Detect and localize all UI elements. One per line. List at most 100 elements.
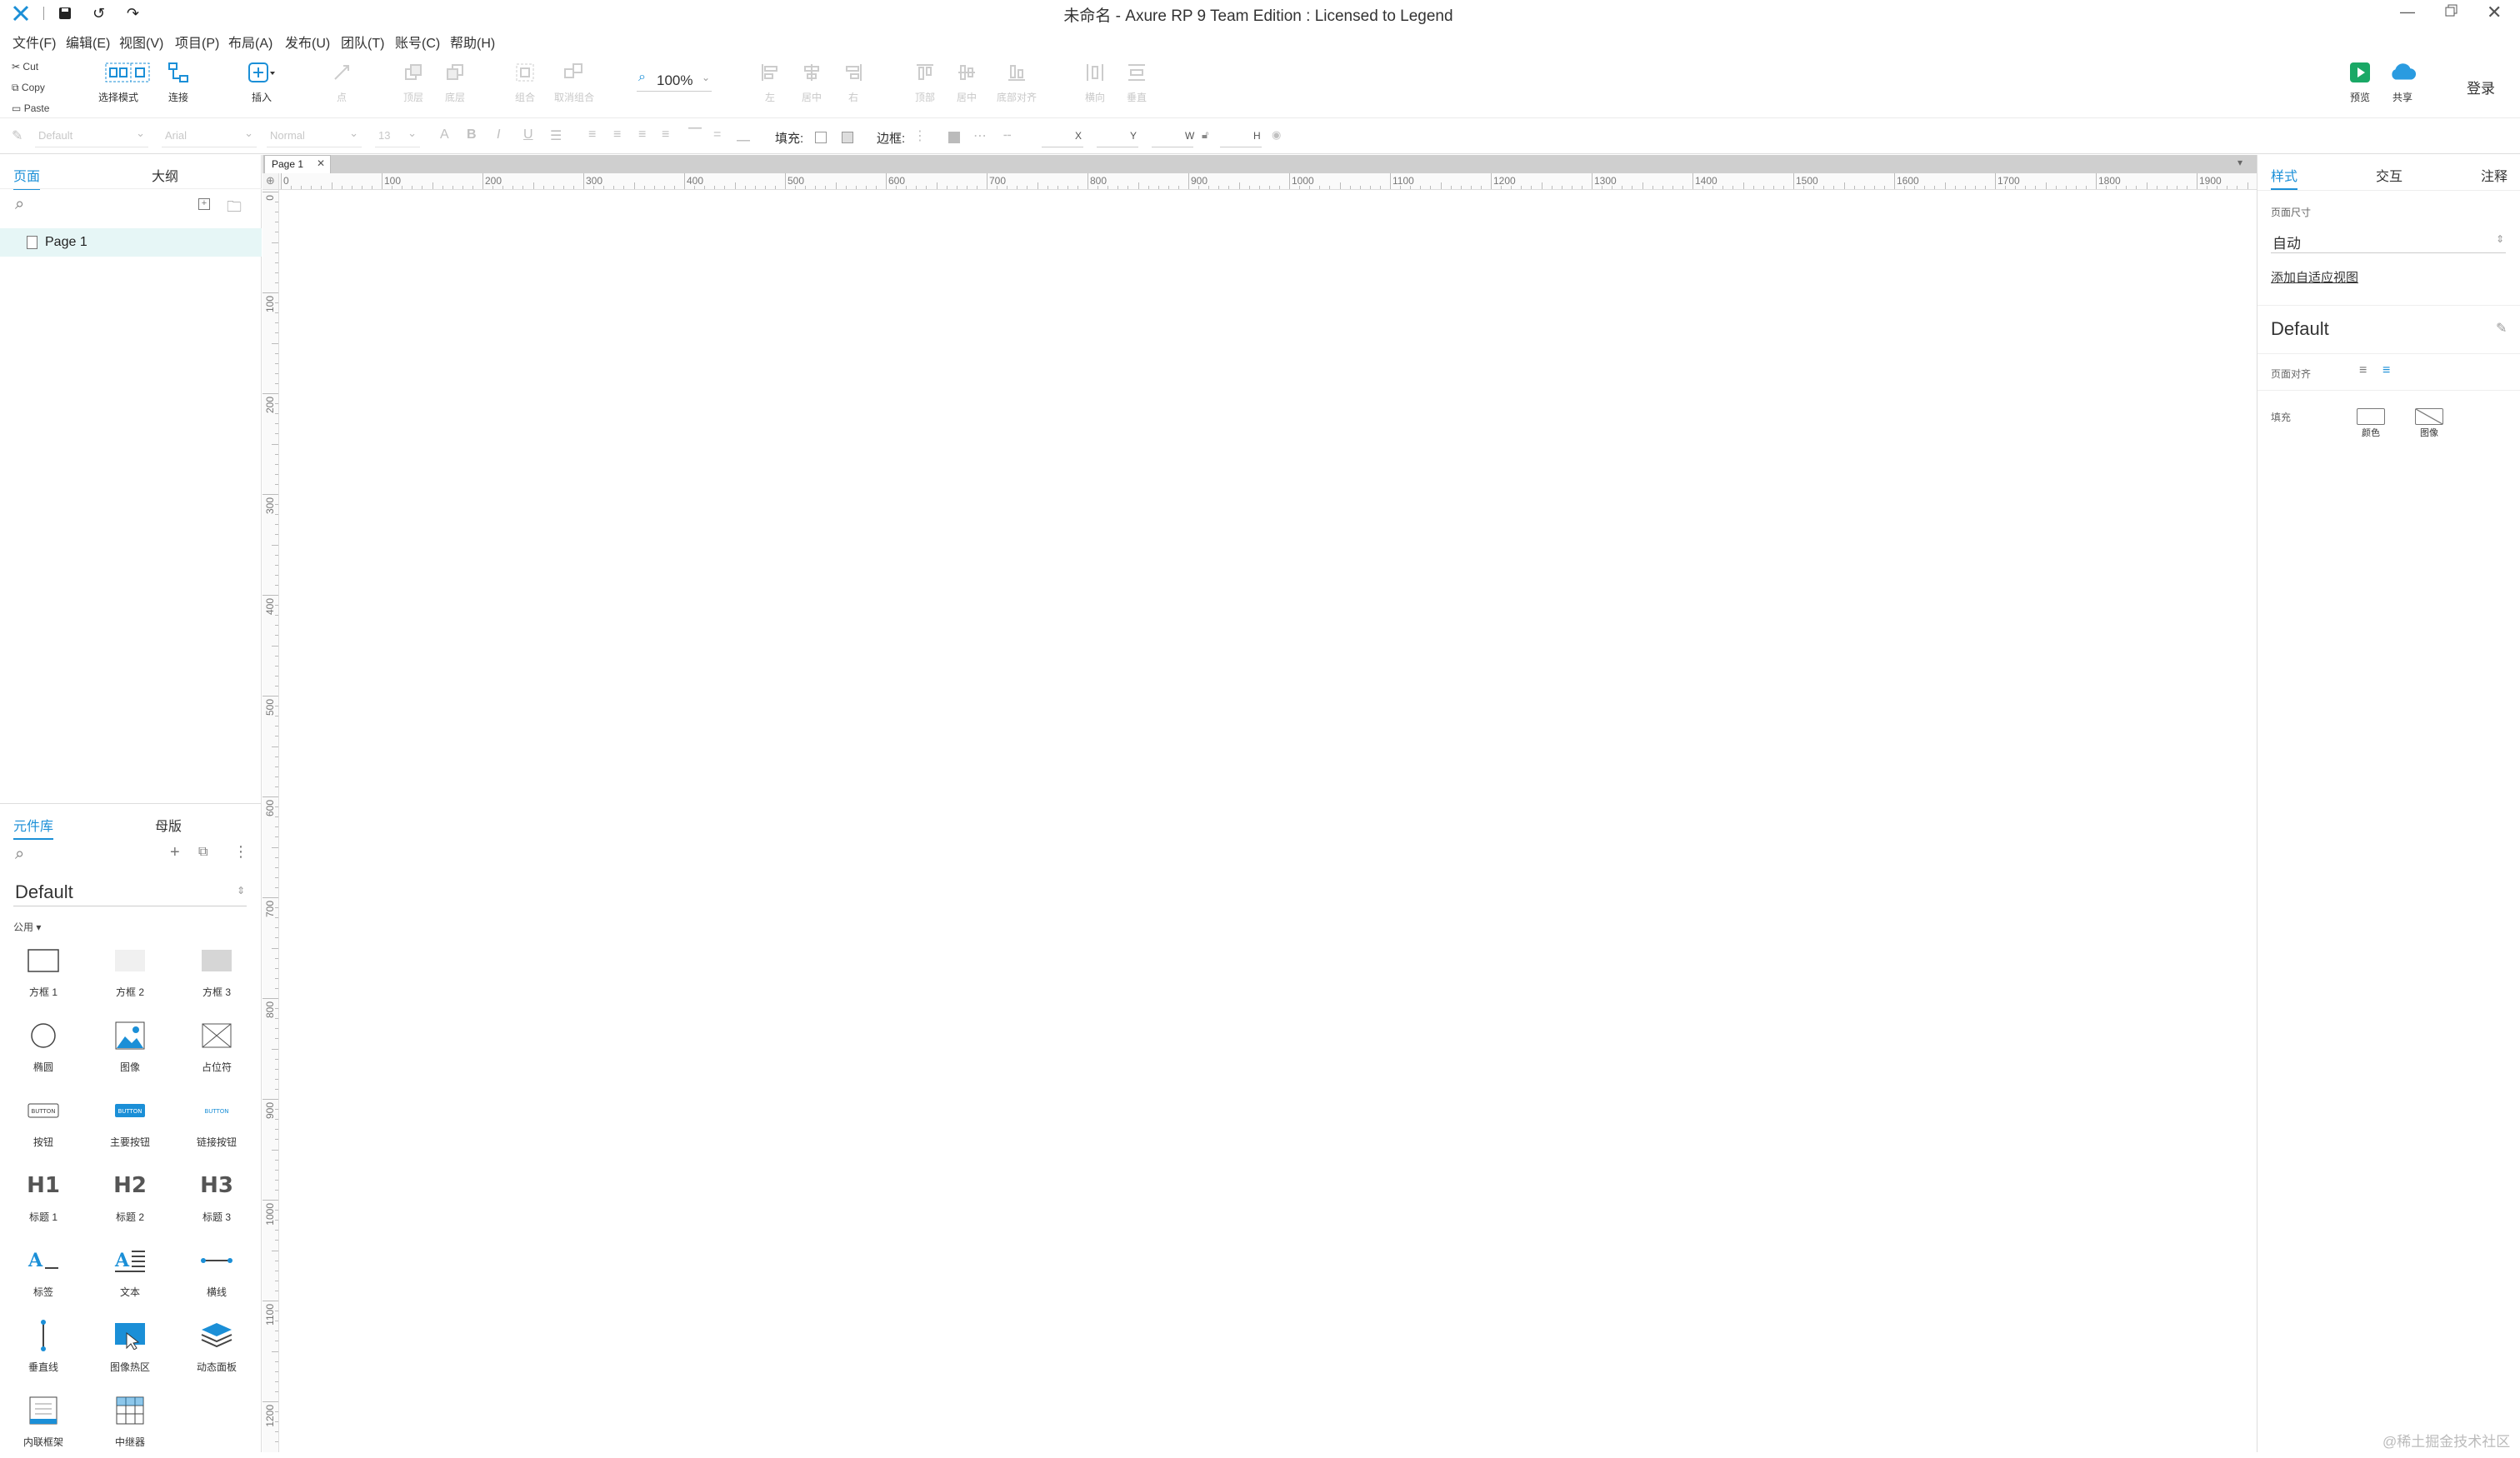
undo-icon[interactable]: ↺ <box>92 5 105 22</box>
widget-box1[interactable]: 方框 1 <box>2 941 85 1008</box>
edit-style-icon[interactable]: ✎ <box>2496 320 2507 337</box>
design-canvas[interactable] <box>280 191 2257 1452</box>
weight-select[interactable]: Normal <box>267 123 362 147</box>
border-dash-icon[interactable]: ╌ <box>1003 127 1012 144</box>
fill-image-icon[interactable] <box>842 132 853 143</box>
align-right-button[interactable]: 右 <box>838 58 868 117</box>
valign-top-icon[interactable]: ⎺ <box>688 127 702 142</box>
widget-inline-frame[interactable]: 内联框架 <box>2 1391 85 1458</box>
group-button[interactable]: 组合 <box>510 58 540 117</box>
menu-account[interactable]: 账号(C) <box>395 32 440 52</box>
widget-box2[interactable]: 方框 2 <box>88 941 172 1008</box>
style-select[interactable]: Default <box>35 123 148 147</box>
paste-button[interactable]: ▭ Paste <box>12 98 49 119</box>
page-search-icon[interactable]: ⌕ <box>15 195 24 214</box>
preview-button[interactable]: 预览 <box>2343 58 2377 117</box>
add-library-icon[interactable]: + <box>170 843 180 862</box>
menu-team[interactable]: 团队(T) <box>341 32 384 52</box>
underline-icon[interactable]: U <box>523 127 533 142</box>
share-button[interactable]: 共享 <box>2385 58 2420 117</box>
border-color-icon[interactable]: ⋮ <box>913 127 927 144</box>
canvas-tab[interactable]: Page 1 ✕ <box>264 155 331 173</box>
insert-button[interactable]: 插入 <box>243 58 280 117</box>
tab-library[interactable]: 元件库 <box>13 815 54 840</box>
page-fill-color-button[interactable]: 颜色 <box>2354 408 2388 445</box>
menu-publish[interactable]: 发布(U) <box>285 32 330 52</box>
bring-top-button[interactable]: 顶层 <box>398 58 428 117</box>
minimize-button[interactable]: — <box>2400 3 2415 21</box>
widget-placeholder[interactable]: 占位符 <box>175 1016 258 1083</box>
align-top-button[interactable]: 顶部 <box>910 58 940 117</box>
bold-icon[interactable]: B <box>467 127 477 142</box>
distribute-horizontal-button[interactable]: 横向 <box>1080 58 1110 117</box>
text-align-right-icon[interactable]: ≡ <box>638 127 646 142</box>
menu-edit[interactable]: 编辑(E) <box>66 32 110 52</box>
login-button[interactable]: 登录 <box>2467 77 2495 97</box>
tab-interactions[interactable]: 交互 <box>2376 165 2402 185</box>
font-size-select[interactable]: 13 <box>375 123 420 147</box>
point-button[interactable]: 点 <box>327 58 357 117</box>
page-align-left-icon[interactable]: ≡ <box>2359 363 2367 378</box>
tab-notes[interactable]: 注释 <box>2481 165 2508 185</box>
italic-icon[interactable]: I <box>497 127 500 142</box>
page-fill-image-button[interactable]: 图像 <box>2412 408 2446 445</box>
close-button[interactable]: ✕ <box>2487 2 2502 23</box>
widget-heading3[interactable]: H3 标题 3 <box>175 1166 258 1233</box>
distribute-vertical-button[interactable]: 垂直 <box>1122 58 1152 117</box>
valign-bottom-icon[interactable]: ⎽ <box>737 127 750 142</box>
add-page-icon[interactable]: + <box>198 198 210 210</box>
valign-middle-icon[interactable]: = <box>713 127 721 142</box>
maximize-button[interactable] <box>2445 4 2458 17</box>
widget-hline[interactable]: 横线 <box>175 1241 258 1308</box>
widget-hotspot[interactable]: 图像热区 <box>88 1316 172 1383</box>
page-size-select[interactable]: 自动 ⇕ <box>2271 230 2506 253</box>
library-search-icon[interactable]: ⌕ <box>15 845 24 864</box>
border-style-icon[interactable]: ⋯ <box>973 127 987 144</box>
widget-ellipse[interactable]: 椭圆 <box>2 1016 85 1083</box>
tab-dropdown-icon[interactable]: ▾ <box>2238 157 2242 168</box>
widget-dynamic-panel[interactable]: 动态面板 <box>175 1316 258 1383</box>
text-align-left-icon[interactable]: ≡ <box>588 127 596 142</box>
tab-pages[interactable]: 页面 <box>13 165 41 190</box>
library-copy-icon[interactable]: ⧉ <box>198 845 208 860</box>
bullet-list-icon[interactable]: ☰ <box>550 127 562 144</box>
align-left-button[interactable]: 左 <box>755 58 785 117</box>
border-fill-swatch[interactable] <box>948 132 960 143</box>
tab-style[interactable]: 样式 <box>2271 165 2298 190</box>
library-section-label[interactable]: 公用 ▾ <box>13 920 41 934</box>
zoom-control[interactable]: ⌕ 100% ⌄ <box>637 70 712 92</box>
save-icon[interactable] <box>58 7 72 24</box>
library-more-icon[interactable]: ⋮ <box>233 843 248 861</box>
page-tree-item[interactable]: Page 1 <box>0 228 262 257</box>
cut-button[interactable]: ✂ Cut <box>12 57 49 77</box>
library-select[interactable]: Default ⇕ <box>13 880 247 906</box>
align-middle-button[interactable]: 居中 <box>952 58 982 117</box>
connect-button[interactable]: 连接 <box>163 58 193 117</box>
menu-arrange[interactable]: 布局(A) <box>228 32 272 52</box>
page-align-center-icon[interactable]: ≡ <box>2382 363 2390 378</box>
widget-repeater[interactable]: 中继器 <box>88 1391 172 1458</box>
tab-close-icon[interactable]: ✕ <box>317 157 325 169</box>
lock-ratio-icon[interactable]: 🔓︎ <box>1202 128 1208 142</box>
add-folder-icon[interactable]: 🗀︎ <box>227 197 242 222</box>
tab-outline[interactable]: 大纲 <box>152 165 178 185</box>
visibility-icon[interactable]: ◉ <box>1272 128 1281 142</box>
ungroup-button[interactable]: 取消组合 <box>553 58 595 117</box>
widget-button[interactable]: BUTTON 按钮 <box>2 1091 85 1158</box>
widget-image[interactable]: 图像 <box>88 1016 172 1083</box>
font-select[interactable]: Arial <box>162 123 257 147</box>
redo-icon[interactable]: ↷ <box>127 5 139 22</box>
send-bottom-button[interactable]: 底层 <box>440 58 470 117</box>
widget-heading1[interactable]: H1 标题 1 <box>2 1166 85 1233</box>
tab-masters[interactable]: 母版 <box>155 815 182 835</box>
menu-file[interactable]: 文件(F) <box>12 32 56 52</box>
menu-view[interactable]: 视图(V) <box>119 32 163 52</box>
widget-label[interactable]: A 标签 <box>2 1241 85 1308</box>
align-bottom-button[interactable]: 底部对齐 <box>993 58 1040 117</box>
widget-box3[interactable]: 方框 3 <box>175 941 258 1008</box>
widget-link-button[interactable]: BUTTON 链接按钮 <box>175 1091 258 1158</box>
copy-button[interactable]: ⧉ Copy <box>12 77 49 98</box>
widget-primary-button[interactable]: BUTTON 主要按钮 <box>88 1091 172 1158</box>
font-color-icon[interactable]: A <box>440 127 449 142</box>
widget-heading2[interactable]: H2 标题 2 <box>88 1166 172 1233</box>
